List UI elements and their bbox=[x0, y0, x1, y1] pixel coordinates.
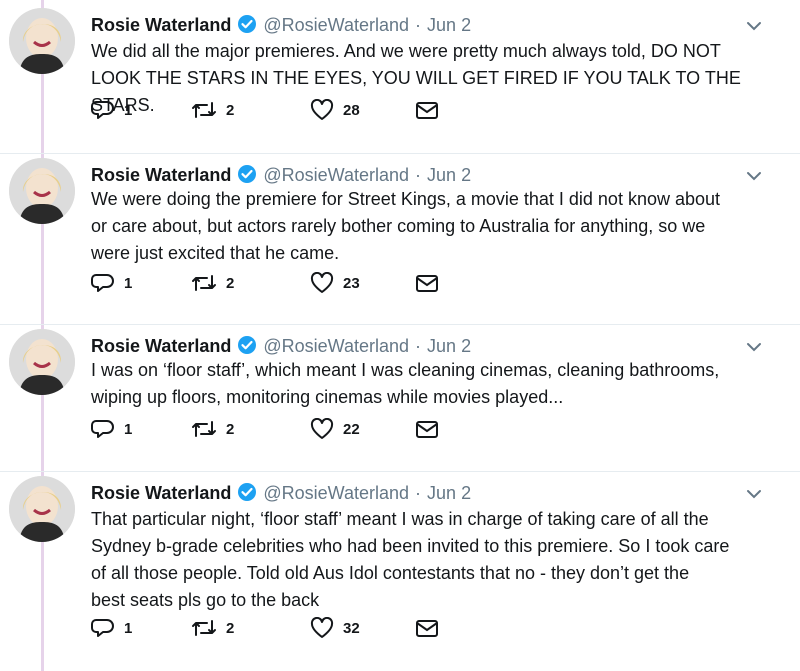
chevron-down-icon[interactable] bbox=[744, 19, 764, 33]
avatar[interactable] bbox=[9, 8, 75, 74]
retweet-button[interactable]: 2 bbox=[191, 418, 234, 440]
envelope-icon bbox=[415, 272, 439, 294]
timestamp[interactable]: Jun 2 bbox=[427, 336, 471, 357]
retweet-button[interactable]: 2 bbox=[191, 617, 234, 639]
avatar[interactable] bbox=[9, 158, 75, 224]
retweet-count: 2 bbox=[226, 274, 235, 292]
tweet-header: Rosie Waterland @RosieWaterland · Jun 2 bbox=[91, 161, 471, 186]
verified-badge-icon bbox=[237, 335, 257, 355]
direct-message-button[interactable] bbox=[415, 418, 439, 440]
tweet[interactable]: Rosie Waterland @RosieWaterland · Jun 2 … bbox=[0, 471, 800, 671]
heart-icon bbox=[310, 99, 334, 121]
retweet-button[interactable]: 2 bbox=[191, 272, 234, 294]
tweet-text-line: That particular night, ‘floor staff’ mea… bbox=[91, 509, 709, 529]
tweet[interactable]: Rosie Waterland @RosieWaterland · Jun 2 … bbox=[0, 153, 800, 325]
separator-dot: · bbox=[415, 165, 422, 185]
reply-button[interactable]: 1 bbox=[91, 272, 132, 294]
like-button[interactable]: 22 bbox=[310, 418, 360, 440]
timestamp[interactable]: Jun 2 bbox=[427, 483, 471, 504]
tweet-text: That particular night, ‘floor staff’ mea… bbox=[91, 506, 781, 614]
retweet-button[interactable]: 2 bbox=[191, 99, 234, 121]
tweet-header: Rosie Waterland @RosieWaterland · Jun 2 bbox=[91, 479, 471, 504]
chevron-down-icon[interactable] bbox=[744, 487, 764, 501]
envelope-icon bbox=[415, 617, 439, 639]
reply-count: 1 bbox=[124, 619, 133, 637]
separator-dot: · bbox=[415, 483, 422, 503]
heart-icon bbox=[310, 418, 334, 440]
reply-icon bbox=[91, 99, 115, 121]
like-button[interactable]: 28 bbox=[310, 99, 360, 121]
timestamp[interactable]: Jun 2 bbox=[427, 15, 471, 36]
tweet-text-line: I was on ‘floor staff’, which meant I wa… bbox=[91, 360, 720, 380]
direct-message-button[interactable] bbox=[415, 99, 439, 121]
reply-count: 1 bbox=[124, 101, 133, 119]
tweet-text-line: Sydney b-grade celebrities who had been … bbox=[91, 536, 730, 556]
verified-badge-icon bbox=[237, 482, 257, 502]
reply-button[interactable]: 1 bbox=[91, 99, 132, 121]
like-count: 22 bbox=[343, 420, 360, 438]
reply-count: 1 bbox=[124, 274, 133, 292]
verified-badge-icon bbox=[237, 14, 257, 34]
heart-icon bbox=[310, 272, 334, 294]
envelope-icon bbox=[415, 418, 439, 440]
heart-icon bbox=[310, 617, 334, 639]
verified-badge-icon bbox=[237, 164, 257, 184]
user-handle[interactable]: @RosieWaterland bbox=[263, 483, 409, 504]
tweet-text-line: were just excited that he came. bbox=[91, 243, 340, 263]
direct-message-button[interactable] bbox=[415, 617, 439, 639]
retweet-count: 2 bbox=[226, 619, 235, 637]
like-count: 23 bbox=[343, 274, 360, 292]
tweet-text-line: of all those people. Told old Aus Idol c… bbox=[91, 563, 690, 583]
reply-icon bbox=[91, 617, 115, 639]
reply-button[interactable]: 1 bbox=[91, 617, 132, 639]
tweet[interactable]: Rosie Waterland @RosieWaterland · Jun 2 … bbox=[0, 324, 800, 472]
tweet[interactable]: Rosie Waterland @RosieWaterland · Jun 2 … bbox=[0, 0, 800, 154]
user-handle[interactable]: @RosieWaterland bbox=[263, 165, 409, 186]
reply-icon bbox=[91, 272, 115, 294]
timestamp[interactable]: Jun 2 bbox=[427, 165, 471, 186]
like-button[interactable]: 32 bbox=[310, 617, 360, 639]
direct-message-button[interactable] bbox=[415, 272, 439, 294]
tweet-text-line: wiping up floors, monitoring cinemas whi… bbox=[91, 387, 564, 407]
tweet-text: I was on ‘floor staff’, which meant I wa… bbox=[91, 357, 781, 411]
avatar[interactable] bbox=[9, 329, 75, 395]
retweet-icon bbox=[191, 617, 217, 639]
retweet-icon bbox=[191, 99, 217, 121]
tweet-header: Rosie Waterland @RosieWaterland · Jun 2 bbox=[91, 11, 471, 36]
tweet-header: Rosie Waterland @RosieWaterland · Jun 2 bbox=[91, 332, 471, 357]
retweet-count: 2 bbox=[226, 101, 235, 119]
like-count: 32 bbox=[343, 619, 360, 637]
retweet-count: 2 bbox=[226, 420, 235, 438]
tweet-text-line: or care about, but actors rarely bother … bbox=[91, 216, 706, 236]
retweet-icon bbox=[191, 418, 217, 440]
chevron-down-icon[interactable] bbox=[744, 340, 764, 354]
like-count: 28 bbox=[343, 101, 360, 119]
retweet-icon bbox=[191, 272, 217, 294]
avatar[interactable] bbox=[9, 476, 75, 542]
separator-dot: · bbox=[415, 15, 422, 35]
reply-icon bbox=[91, 418, 115, 440]
display-name[interactable]: Rosie Waterland bbox=[91, 336, 231, 357]
tweet-text: We were doing the premiere for Street Ki… bbox=[91, 186, 781, 267]
like-button[interactable]: 23 bbox=[310, 272, 360, 294]
envelope-icon bbox=[415, 99, 439, 121]
reply-button[interactable]: 1 bbox=[91, 418, 132, 440]
display-name[interactable]: Rosie Waterland bbox=[91, 15, 231, 36]
display-name[interactable]: Rosie Waterland bbox=[91, 165, 231, 186]
user-handle[interactable]: @RosieWaterland bbox=[263, 15, 409, 36]
reply-count: 1 bbox=[124, 420, 133, 438]
display-name[interactable]: Rosie Waterland bbox=[91, 483, 231, 504]
separator-dot: · bbox=[415, 336, 422, 356]
user-handle[interactable]: @RosieWaterland bbox=[263, 336, 409, 357]
tweet-text-line: best seats pls go to the back bbox=[91, 590, 320, 610]
tweet-text-line: We were doing the premiere for Street Ki… bbox=[91, 189, 721, 209]
tweet-text-line: We did all the major premieres. And we w… bbox=[91, 41, 721, 61]
chevron-down-icon[interactable] bbox=[744, 169, 764, 183]
